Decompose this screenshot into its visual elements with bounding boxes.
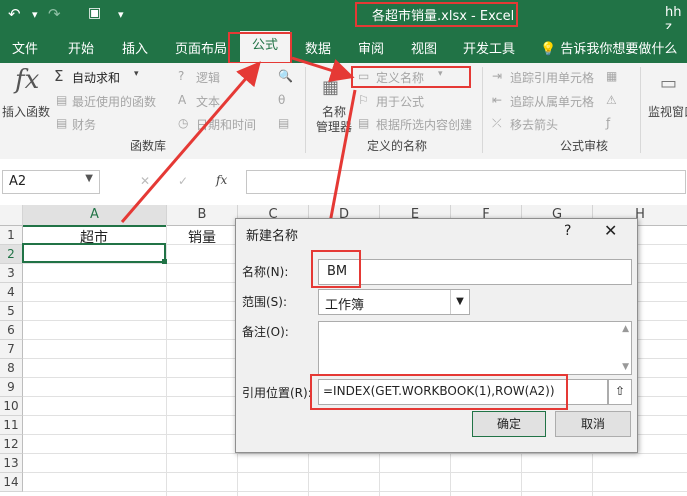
scroll-up-icon[interactable]: ▲ [622,324,629,334]
name-field-highlight [311,250,361,288]
scope-label: 范围(S): [242,295,288,309]
comment-label: 备注(O): [242,325,289,339]
name-label: 名称(N): [242,265,289,279]
dialog-title: 新建名称 [246,229,299,244]
ok-button[interactable]: 确定 [472,411,546,437]
help-icon[interactable]: ? [564,223,571,239]
comment-field[interactable]: ▲ ▼ [318,321,632,375]
arrow-cell-to-formulas-tab [120,61,261,223]
cancel-button[interactable]: 取消 [555,411,631,437]
scope-dropdown-icon[interactable]: ▼ [450,290,469,314]
new-name-dialog: 新建名称 ? ✕ 名称(N): BM 范围(S): 工作簿 ▼ 备注(O): ▲… [235,218,638,453]
refers-to-highlight [310,374,568,410]
name-field[interactable]: BM [318,259,632,285]
arrow-formulas-to-define-name [291,56,355,82]
scroll-down-icon[interactable]: ▼ [622,362,629,372]
scope-select[interactable]: 工作簿 ▼ [318,289,470,315]
collapse-dialog-icon[interactable]: ⇧ [608,379,632,405]
close-icon[interactable]: ✕ [604,221,617,240]
refers-to-label: 引用位置(R): [242,386,312,400]
scope-value: 工作簿 [325,298,365,313]
